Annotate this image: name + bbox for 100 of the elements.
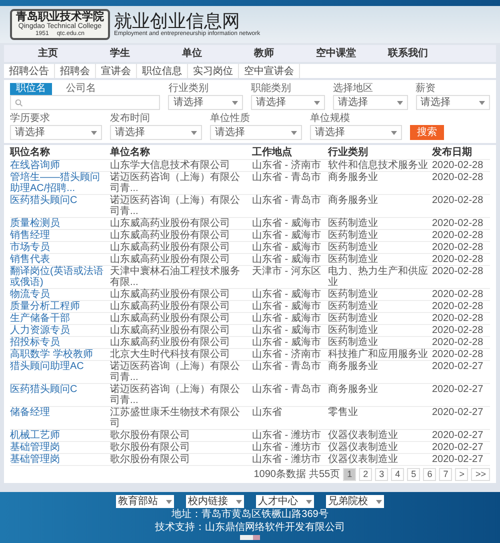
- table-cell-text: 2020-02-28: [432, 195, 484, 208]
- job-title-link[interactable]: 管培生——猎头顾问助理AC/招聘...: [10, 172, 110, 194]
- page-button[interactable]: 5: [407, 468, 420, 481]
- job-title-link[interactable]: 招投标专员: [10, 337, 110, 348]
- nav-item[interactable]: 教师: [228, 48, 300, 60]
- table-cell-text: 商务服务业: [328, 195, 379, 208]
- link-dropdown[interactable]: 校内链接: [186, 495, 244, 508]
- job-title-link[interactable]: 人力资源专员: [10, 325, 110, 336]
- table-cell-text: 山东省 - 威海市: [252, 325, 322, 336]
- caret-icon: [166, 500, 172, 504]
- link-dropdown[interactable]: 教育部站: [116, 495, 174, 508]
- caret-icon: [478, 100, 485, 104]
- page-button[interactable]: >: [455, 468, 468, 481]
- search-field[interactable]: [10, 95, 160, 110]
- table-cell-text: 山东省 - 威海市: [252, 301, 322, 312]
- dropdown[interactable]: 请选择: [310, 125, 402, 140]
- job-title-link[interactable]: 猎头顾问助理AC: [10, 361, 110, 383]
- table-cell-text: 山东省 - 威海市: [252, 230, 322, 241]
- table-cell-text: 山东威高药业股份有限公司: [110, 289, 231, 300]
- search-mode-tab[interactable]: 职位名: [10, 83, 52, 95]
- table-cell-text: 医药制造业: [328, 301, 379, 312]
- page-button[interactable]: 7: [439, 468, 452, 481]
- caret-icon: [91, 130, 97, 134]
- table-cell-text: 医药制造业: [328, 337, 379, 348]
- dropdown[interactable]: 请选择: [10, 125, 102, 140]
- subnav-item[interactable]: 招聘会: [55, 64, 96, 78]
- page-button[interactable]: 2: [359, 468, 372, 481]
- subnav-item[interactable]: 实习岗位: [188, 64, 239, 78]
- filter-label: 行业类别: [168, 83, 210, 95]
- dropdown[interactable]: 请选择: [210, 125, 302, 140]
- table-cell-text: 歌尔股份有限公司: [110, 454, 191, 465]
- page-button[interactable]: 6: [423, 468, 436, 481]
- table-cell-text: 天津中寰林石油工程技术服务有限...: [110, 266, 241, 288]
- caret-icon: [396, 100, 403, 104]
- job-title-link[interactable]: 销售代表: [10, 254, 110, 265]
- table-cell-text: 2020-02-28: [432, 301, 484, 312]
- dropdown[interactable]: 请选择: [333, 95, 408, 110]
- column-header: 工作地点: [252, 147, 293, 159]
- table-cell-text: 仪器仪表制造业: [328, 430, 399, 441]
- subnav-item[interactable]: 宣讲会: [96, 64, 137, 78]
- table-cell-text: 医药制造业: [328, 218, 379, 229]
- dropdown[interactable]: 请选择: [416, 95, 490, 110]
- table-cell-text: 2020-02-28: [432, 266, 484, 279]
- job-title-link[interactable]: 生产储备干部: [10, 313, 110, 324]
- table-cell-text: 天津市 - 河东区: [252, 266, 322, 279]
- job-title-link[interactable]: 基础管理岗: [10, 454, 110, 465]
- table-cell-text: 2020-02-28: [432, 289, 484, 300]
- search-icon: [15, 98, 23, 106]
- table-cell-text: 医药制造业: [328, 289, 379, 300]
- job-title-link[interactable]: 市场专员: [10, 242, 110, 253]
- table-cell-text: 山东威高药业股份有限公司: [110, 218, 231, 229]
- nav-item[interactable]: 学生: [84, 48, 156, 60]
- nav-item[interactable]: 主页: [12, 48, 84, 60]
- job-title-link[interactable]: 翻译岗位(英语或法语或俄语): [10, 266, 110, 288]
- job-title-link[interactable]: 医药猎头顾问C: [10, 384, 110, 406]
- dropdown[interactable]: 请选择: [110, 125, 202, 140]
- job-title-link[interactable]: 高职数学 学校教师: [10, 349, 110, 360]
- table-cell-text: 2020-02-27: [432, 454, 484, 465]
- subnav-item[interactable]: 职位信息: [137, 64, 188, 78]
- record-count: 1090条数据: [254, 468, 306, 480]
- address-text: 地址：青岛市黄岛区铁橛山路369号: [172, 509, 328, 521]
- table-cell-text: 山东省: [252, 407, 283, 420]
- page-button[interactable]: >>: [471, 468, 490, 481]
- column-header: 发布日期: [432, 147, 473, 159]
- subnav-item[interactable]: 空中宣讲会: [239, 64, 300, 78]
- job-title-link[interactable]: 机械工艺师: [10, 430, 110, 441]
- job-title-link[interactable]: 质量分析工程师: [10, 301, 110, 312]
- table-cell-text: 山东威高药业股份有限公司: [110, 313, 231, 324]
- table-cell-text: 山东省 - 青岛市: [252, 361, 322, 374]
- column-header: 行业类别: [328, 147, 369, 159]
- link-dropdown[interactable]: 兄弟院校: [326, 495, 384, 508]
- page-button[interactable]: 4: [391, 468, 404, 481]
- job-title-link[interactable]: 储备经理: [10, 407, 110, 429]
- table-cell-text: 2020-02-28: [432, 325, 484, 336]
- nav-item[interactable]: 联系我们: [372, 48, 444, 60]
- caret-icon: [236, 500, 242, 504]
- table-cell-text: 2020-02-28: [432, 160, 484, 171]
- filter-label: 单位规模: [310, 113, 351, 125]
- dropdown[interactable]: 请选择: [168, 95, 243, 110]
- table-cell-text: 北京大生时代科技有限公司: [110, 349, 231, 360]
- caret-icon: [391, 130, 397, 134]
- caret-icon: [232, 100, 238, 104]
- job-title-link[interactable]: 医药猎头顾问C: [10, 195, 110, 217]
- table-cell-text: 2020-02-27: [432, 430, 484, 441]
- job-title-link[interactable]: 质量检测员: [10, 218, 110, 229]
- job-title-link[interactable]: 在线咨询师: [10, 160, 110, 171]
- search-mode-tab[interactable]: 公司名: [60, 83, 102, 95]
- job-title-link[interactable]: 销售经理: [10, 230, 110, 241]
- link-dropdown[interactable]: 人才中心: [256, 495, 314, 508]
- table-cell-text: 山东省 - 济南市: [252, 349, 322, 360]
- subnav-item[interactable]: 招聘公告: [4, 64, 55, 78]
- table-cell-text: 2020-02-27: [432, 384, 484, 397]
- page-button[interactable]: 3: [375, 468, 388, 481]
- dropdown[interactable]: 请选择: [250, 95, 326, 110]
- nav-item[interactable]: 单位: [156, 48, 228, 60]
- nav-item[interactable]: 空中课堂: [300, 48, 372, 60]
- page-button[interactable]: 1: [343, 468, 356, 481]
- site-title: 就业创业信息网: [114, 11, 240, 31]
- job-title-link[interactable]: 基础管理岗: [10, 442, 110, 453]
- job-title-link[interactable]: 物流专员: [10, 289, 110, 300]
